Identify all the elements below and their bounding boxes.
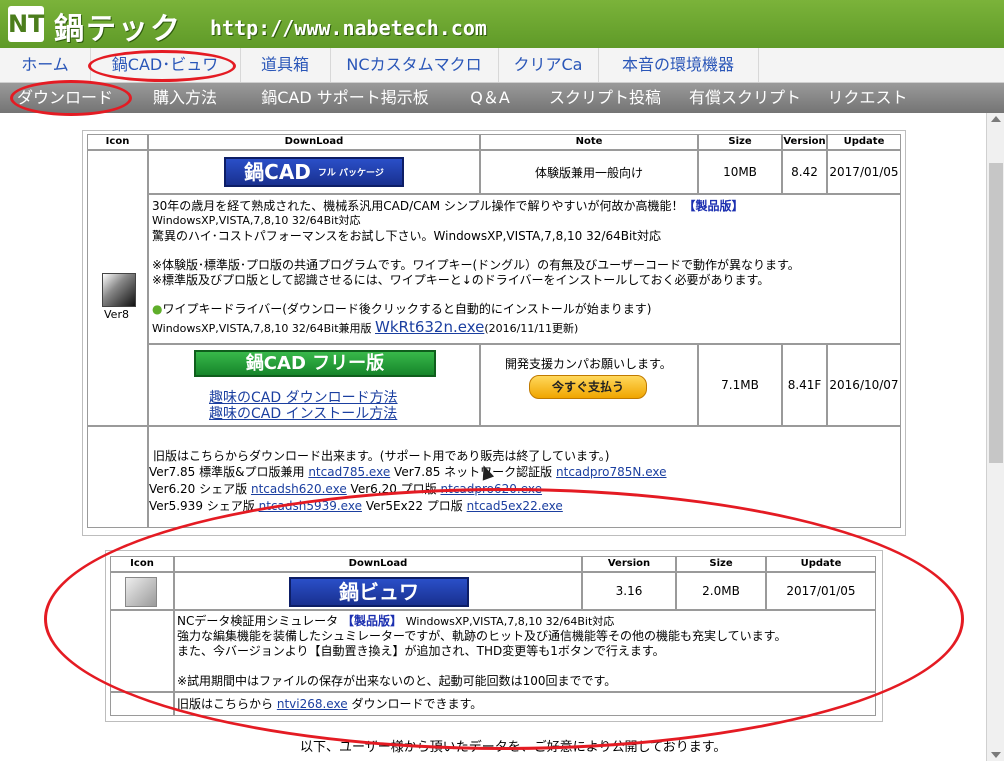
driver-compat: WindowsXP,VISTA,7,8,10 32/64Bit兼用版	[152, 322, 372, 335]
highlight-ring-viewer	[44, 488, 964, 750]
nav-qa[interactable]: Q＆A	[450, 83, 530, 113]
nav-tools[interactable]: 道具箱	[240, 48, 331, 82]
free-note-cell: 開発支援カンパお願いします。 今すぐ支払う	[480, 344, 698, 426]
ntcad785-link[interactable]: ntcad785.exe	[308, 465, 390, 479]
site-header: NT 鍋テック http://www.nabetech.com	[0, 0, 1004, 48]
desc-line-1: 30年の歳月を経て熟成された、機械系汎用CAD/CAM シンプル操作で解りやすい…	[152, 199, 744, 213]
header-update: Update	[827, 134, 901, 150]
desc-line-4: ※体験版･標準版･プロ版の共通プログラムです。ワイプキー(ドングル）の有無及びユ…	[152, 258, 800, 272]
driver-download-link[interactable]: WkRt632n.exe	[375, 318, 484, 336]
highlight-ring-download	[10, 80, 132, 116]
site-url: http://www.nabetech.com	[210, 16, 487, 40]
donation-note: 開発支援カンパお願いします。	[505, 357, 672, 371]
full-note: 体験版兼用一般向け	[480, 150, 698, 194]
icon-cell: Ver8	[87, 150, 148, 426]
nabecad-full-banner[interactable]: 鍋CAD フル パッケージ	[224, 157, 404, 187]
nabecad-description: 30年の歳月を経て熟成された、機械系汎用CAD/CAM シンプル操作で解りやすい…	[148, 194, 901, 344]
header-size: Size	[698, 134, 782, 150]
full-update: 2017/01/05	[827, 150, 901, 194]
scroll-thumb[interactable]	[989, 163, 1003, 463]
nabecad-download-panel: Icon DownLoad Note Size Version Update V…	[82, 130, 906, 536]
nabecad-free-banner[interactable]: 鍋CAD フリー版	[194, 350, 436, 377]
desc-line-7: WindowsXP,VISTA,7,8,10 32/64Bit兼用版 WkRt6…	[152, 320, 578, 336]
desc-line-5: ※標準版及びプロ版として認識させるには、ワイプキーと↓のドライバーをインストール…	[152, 273, 770, 287]
old-785-label: Ver7.85 標準版&プロ版兼用	[149, 465, 305, 479]
nav-request[interactable]: リクエスト	[810, 83, 925, 113]
nav-nc-macro[interactable]: NCカスタムマクロ	[330, 48, 499, 82]
header-version: Version	[782, 134, 827, 150]
header-note: Note	[480, 134, 698, 150]
scroll-down-icon[interactable]	[991, 752, 1001, 758]
header-icon: Icon	[87, 134, 148, 150]
nav-clear-ca[interactable]: クリアCa	[498, 48, 599, 82]
product-badge: 【製品版】	[683, 199, 744, 213]
old-icon-cell	[87, 426, 148, 528]
highlight-ring-nav	[88, 50, 236, 82]
nav-script-post[interactable]: スクリプト投稿	[530, 83, 680, 113]
full-version: 8.42	[782, 150, 827, 194]
desc-line-1-text: 30年の歳月を経て熟成された、機械系汎用CAD/CAM シンプル操作で解りやすい…	[152, 199, 684, 213]
old-620-share-label: Ver6.20 シェア版	[149, 482, 248, 496]
desc-line-3: 驚異のハイ･コストパフォーマンスをお試し下さい。WindowsXP,VISTA,…	[152, 229, 661, 243]
ntcadpro785n-link[interactable]: ntcadpro785N.exe	[556, 465, 667, 479]
banner-title: 鍋CAD	[244, 160, 311, 184]
logo-icon[interactable]: NT	[8, 6, 44, 42]
pay-now-button[interactable]: 今すぐ支払う	[529, 375, 647, 399]
nav-home[interactable]: ホーム	[0, 48, 91, 82]
nav-support-board[interactable]: 鍋CAD サポート掲示板	[240, 83, 450, 113]
header-download: DownLoad	[148, 134, 480, 150]
free-size: 7.1MB	[698, 344, 782, 426]
hobby-cad-install-link[interactable]: 趣味のCAD インストール方法	[209, 407, 397, 421]
desc-line-2: WindowsXP,VISTA,7,8,10 32/64Bit対応	[152, 214, 361, 227]
version-label: Ver8	[104, 308, 129, 321]
scroll-up-icon[interactable]	[991, 116, 1001, 122]
secondary-nav: ダウンロード 購入方法 鍋CAD サポート掲示板 Q＆A スクリプト投稿 有償ス…	[0, 83, 1004, 113]
old-versions-intro: 旧版はこちらからダウンロード出来ます。(サポート用であり販売は終了しています。)	[153, 449, 610, 463]
scrollbar[interactable]	[986, 113, 1004, 761]
free-update: 2016/10/07	[827, 344, 901, 426]
nabecad-app-icon[interactable]	[102, 273, 136, 307]
old-785n-label: Ver7.85 ネットワーク認証版	[394, 465, 553, 479]
driver-updated: (2016/11/11更新)	[484, 322, 579, 335]
free-version: 8.41F	[782, 344, 827, 426]
old-row-785: Ver7.85 標準版&プロ版兼用 ntcad785.exe Ver7.85 ネ…	[149, 465, 667, 479]
banner-subtitle: フル パッケージ	[317, 168, 384, 179]
hobby-cad-download-link[interactable]: 趣味のCAD ダウンロード方法	[209, 391, 398, 405]
free-version-download-cell: 鍋CAD フリー版 趣味のCAD ダウンロード方法 趣味のCAD インストール方…	[148, 344, 480, 426]
full-size: 10MB	[698, 150, 782, 194]
full-package-download-cell: 鍋CAD フル パッケージ	[148, 150, 480, 194]
nav-purchase[interactable]: 購入方法	[130, 83, 240, 113]
bullet-icon: ●	[152, 302, 163, 316]
desc-line-6: ●ワイプキードライバー(ダウンロード後クリックすると自動的にインストールが始まり…	[152, 302, 651, 316]
site-logo-text[interactable]: 鍋テック	[54, 4, 182, 48]
ntcadsh620-link[interactable]: ntcadsh620.exe	[251, 482, 347, 496]
nav-environment[interactable]: 本音の環境機器	[598, 48, 759, 82]
desc-line-6-text: ワイプキードライバー(ダウンロード後クリックすると自動的にインストールが始まりま…	[162, 302, 652, 316]
nav-paid-script[interactable]: 有償スクリプト	[680, 83, 810, 113]
